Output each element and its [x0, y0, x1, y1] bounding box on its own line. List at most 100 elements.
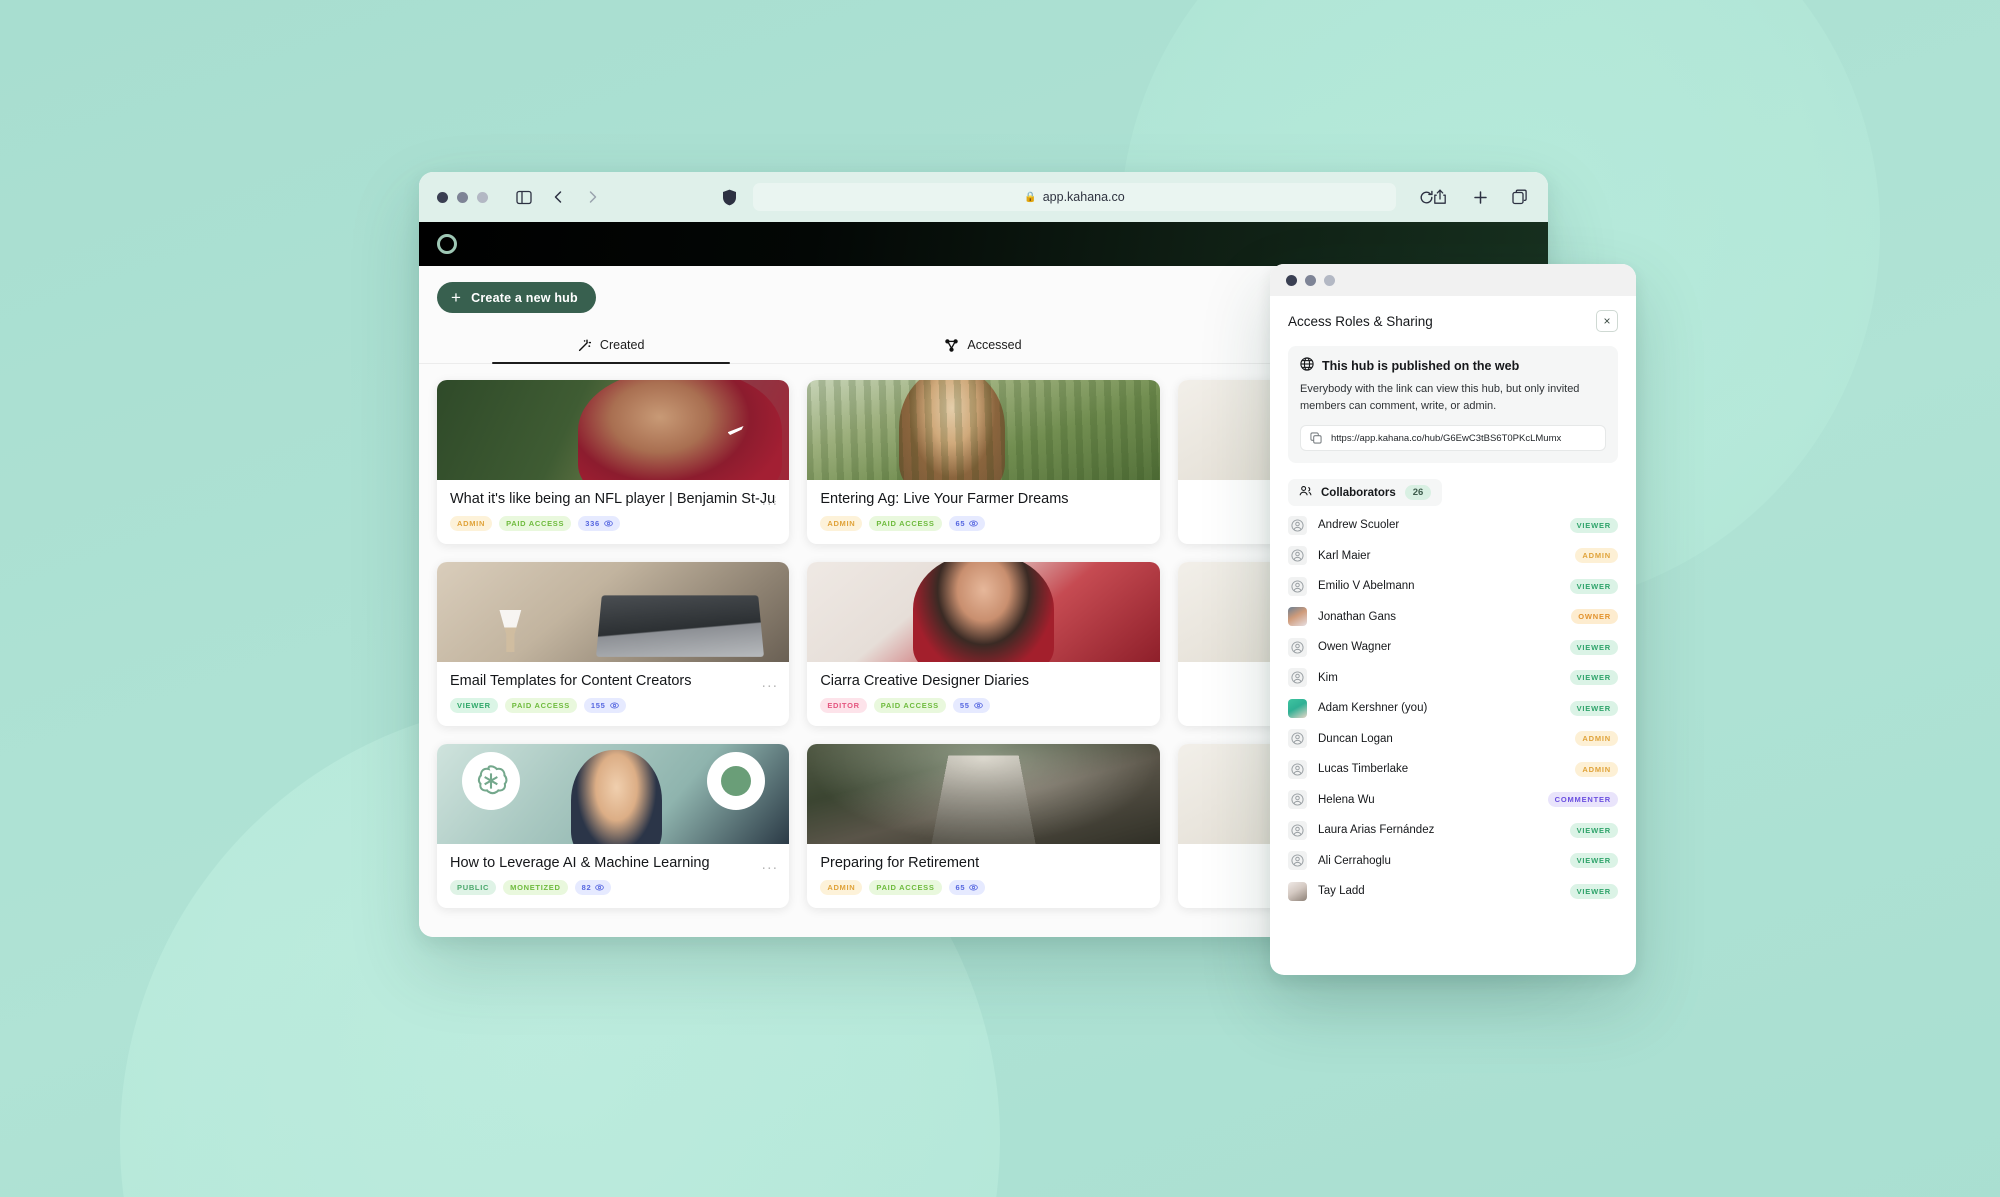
- hub-card-title: Email Templates for Content Creators: [450, 673, 692, 689]
- hub-card-menu-button[interactable]: ...: [762, 675, 779, 690]
- minimize-window-button[interactable]: [457, 191, 468, 203]
- access-badge: PAID ACCESS: [869, 516, 942, 531]
- browser-chrome: 🔒 app.kahana.co: [419, 172, 1548, 222]
- collaborator-name: Jonathan Gans: [1318, 610, 1397, 623]
- views-badge: 65: [948, 516, 986, 531]
- collaborator-role-badge[interactable]: VIEWER: [1569, 578, 1618, 594]
- collaborator-row[interactable]: Tay Ladd VIEWER: [1288, 876, 1618, 907]
- openai-logo-icon: [461, 752, 520, 810]
- reload-icon[interactable]: [1419, 190, 1434, 205]
- views-badge: 65: [948, 880, 986, 895]
- hub-card[interactable]: How to Leverage AI & Machine Learning PU…: [437, 744, 790, 908]
- hub-card[interactable]: Entering Ag: Live Your Farmer Dreams ADM…: [807, 380, 1160, 544]
- collaborator-role-badge[interactable]: ADMIN: [1575, 548, 1618, 564]
- collaborator-row[interactable]: Laura Arias Fernández VIEWER: [1288, 815, 1618, 846]
- shield-privacy-icon[interactable]: [722, 189, 737, 206]
- hub-card-title: Entering Ag: Live Your Farmer Dreams: [820, 491, 1069, 507]
- collaborator-name: Tay Ladd: [1318, 885, 1365, 898]
- avatar-placeholder-icon: [1288, 576, 1307, 596]
- collaborator-role-badge[interactable]: VIEWER: [1569, 883, 1618, 899]
- collaborator-row[interactable]: Owen Wagner VIEWER: [1288, 632, 1618, 663]
- collaborator-row[interactable]: Helena Wu COMMENTER: [1288, 785, 1618, 816]
- collaborator-name: Andrew Scuoler: [1318, 519, 1400, 532]
- share-link-value: https://app.kahana.co/hub/G6EwC3tBS6T0PK…: [1331, 432, 1562, 444]
- collaborator-role-badge[interactable]: VIEWER: [1569, 517, 1618, 533]
- collaborator-row[interactable]: Jonathan Gans OWNER: [1288, 602, 1618, 633]
- collaborator-name: Ali Cerrahoglu: [1318, 854, 1391, 867]
- publish-description: Everybody with the link can view this hu…: [1300, 383, 1580, 413]
- collaborator-row[interactable]: Kim VIEWER: [1288, 663, 1618, 694]
- copy-link-field[interactable]: https://app.kahana.co/hub/G6EwC3tBS6T0PK…: [1300, 425, 1606, 452]
- hub-card-menu-button[interactable]: ...: [762, 493, 779, 508]
- hub-card-badges: ADMIN PAID ACCESS 65: [820, 516, 1146, 531]
- collaborator-role-badge[interactable]: VIEWER: [1569, 853, 1618, 869]
- collaborator-role-badge[interactable]: VIEWER: [1569, 670, 1618, 686]
- tab-accessed[interactable]: Accessed: [797, 327, 1169, 363]
- collaborator-role-badge[interactable]: VIEWER: [1569, 700, 1618, 716]
- collaborator-name: Kim: [1318, 671, 1338, 684]
- hub-card-thumbnail: [437, 562, 790, 662]
- maximize-window-button[interactable]: [477, 191, 488, 203]
- collaborators-label: Collaborators: [1321, 486, 1396, 499]
- kahana-ring-logo-icon[interactable]: [437, 234, 457, 254]
- collaborator-name: Lucas Timberlake: [1318, 763, 1409, 776]
- access-badge: MONETIZED: [503, 880, 568, 895]
- avatar: [1288, 881, 1307, 901]
- views-count: 65: [955, 883, 966, 892]
- back-chevron-icon[interactable]: [548, 187, 568, 207]
- forward-chevron-icon[interactable]: [582, 187, 602, 207]
- thumbnail-subject: [570, 750, 663, 844]
- collaborator-role-badge[interactable]: VIEWER: [1569, 822, 1618, 838]
- address-bar[interactable]: 🔒 app.kahana.co: [753, 183, 1433, 211]
- plus-icon: +: [451, 287, 462, 307]
- panel-maximize-dot[interactable]: [1324, 274, 1335, 286]
- collaborator-name: Duncan Logan: [1318, 732, 1393, 745]
- tabs-overview-icon[interactable]: [1510, 187, 1530, 207]
- collaborator-row[interactable]: Emilio V Abelmann VIEWER: [1288, 571, 1618, 602]
- new-tab-plus-icon[interactable]: [1470, 187, 1490, 207]
- collaborator-role-badge[interactable]: VIEWER: [1569, 639, 1618, 655]
- avatar-placeholder-icon: [1288, 515, 1307, 535]
- hub-card[interactable]: Preparing for Retirement ADMIN PAID ACCE…: [807, 744, 1160, 908]
- hub-card-thumbnail: [807, 562, 1160, 662]
- access-badge: PAID ACCESS: [869, 880, 942, 895]
- hub-card[interactable]: Email Templates for Content Creators VIE…: [437, 562, 790, 726]
- sidebar-toggle-icon[interactable]: [514, 187, 534, 207]
- traffic-lights[interactable]: [437, 191, 488, 203]
- create-new-hub-button[interactable]: + Create a new hub: [437, 282, 596, 313]
- panel-close-dot[interactable]: [1286, 274, 1297, 286]
- role-badge: ADMIN: [820, 516, 863, 531]
- publish-heading-row: This hub is published on the web: [1300, 357, 1606, 374]
- access-roles-panel-body: Access Roles & Sharing × This hub is pub…: [1270, 296, 1636, 907]
- hub-card-thumbnail: [437, 380, 790, 480]
- collaborator-role-badge[interactable]: ADMIN: [1575, 761, 1618, 777]
- share-node-icon: [945, 338, 959, 352]
- views-count: 155: [590, 701, 606, 710]
- collaborator-row[interactable]: Karl Maier ADMIN: [1288, 541, 1618, 572]
- tab-created[interactable]: Created: [425, 327, 797, 364]
- hub-card-thumbnail: [437, 744, 790, 844]
- close-icon[interactable]: ×: [1596, 310, 1618, 332]
- close-window-button[interactable]: [437, 191, 448, 203]
- collaborator-row[interactable]: Lucas Timberlake ADMIN: [1288, 754, 1618, 785]
- collaborator-row[interactable]: Duncan Logan ADMIN: [1288, 724, 1618, 755]
- collaborator-row[interactable]: Adam Kershner (you) VIEWER: [1288, 693, 1618, 724]
- collaborator-role-badge[interactable]: ADMIN: [1575, 731, 1618, 747]
- collaborator-role-badge[interactable]: OWNER: [1571, 609, 1618, 625]
- views-badge: 336: [578, 516, 620, 531]
- avatar-placeholder-icon: [1288, 851, 1307, 871]
- copy-icon[interactable]: [1310, 432, 1322, 444]
- panel-minimize-dot[interactable]: [1305, 274, 1316, 286]
- tab-accessed-label: Accessed: [967, 338, 1022, 352]
- hub-card[interactable]: Ciarra Creative Designer Diaries EDITOR …: [807, 562, 1160, 726]
- hub-card[interactable]: What it's like being an NFL player | Ben…: [437, 380, 790, 544]
- access-roles-panel: Access Roles & Sharing × This hub is pub…: [1270, 264, 1636, 975]
- collaborator-row[interactable]: Ali Cerrahoglu VIEWER: [1288, 846, 1618, 877]
- collaborators-header[interactable]: Collaborators 26: [1288, 479, 1443, 507]
- collaborator-row[interactable]: Andrew Scuoler VIEWER: [1288, 510, 1618, 541]
- collaborator-role-badge[interactable]: COMMENTER: [1547, 792, 1618, 808]
- views-badge: 82: [574, 880, 612, 895]
- hub-card-menu-button[interactable]: ...: [762, 857, 779, 872]
- avatar-placeholder-icon: [1288, 790, 1307, 810]
- avatar-placeholder-icon: [1288, 637, 1307, 657]
